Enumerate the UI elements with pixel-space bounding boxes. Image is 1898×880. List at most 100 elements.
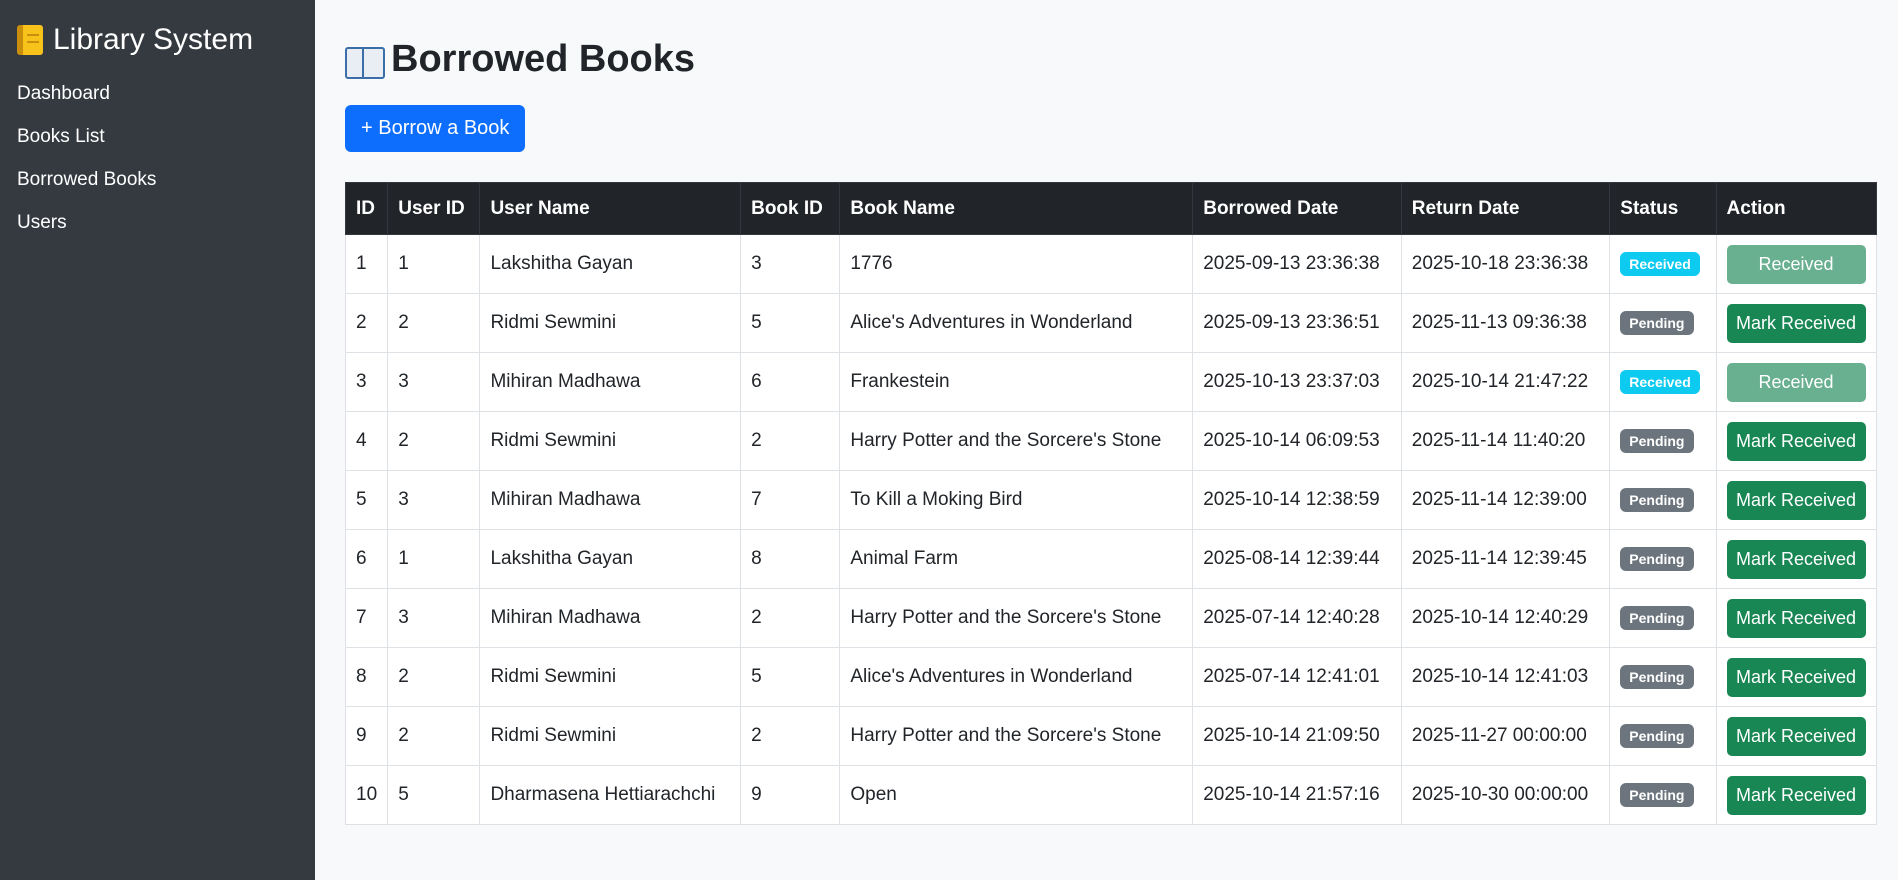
- cell-book-name: Harry Potter and the Sorcere's Stone: [839, 706, 1194, 766]
- cell-action: Mark Received: [1715, 588, 1878, 648]
- cell-user-name: Lakshitha Gayan: [479, 234, 742, 294]
- cell-id: 7: [344, 588, 389, 648]
- cell-status: Pending: [1609, 411, 1717, 471]
- cell-book-id: 8: [740, 529, 841, 589]
- table-header-row: ID User ID User Name Book ID Book Name B…: [344, 182, 1878, 235]
- cell-action: Received: [1715, 352, 1878, 412]
- status-badge: Pending: [1620, 310, 1694, 336]
- cell-user-name: Ridmi Sewmini: [479, 411, 742, 471]
- cell-user-id: 2: [387, 293, 481, 353]
- table-row: 10 5 Dharmasena Hettiarachchi 9 Open 202…: [344, 765, 1878, 825]
- table-row: 7 3 Mihiran Madhawa 2 Harry Potter and t…: [344, 588, 1878, 648]
- table-row: 9 2 Ridmi Sewmini 2 Harry Potter and the…: [344, 706, 1878, 766]
- cell-book-id: 3: [740, 234, 841, 294]
- mark-received-button[interactable]: Mark Received: [1726, 421, 1866, 461]
- sidebar: Library System Dashboard Books List Borr…: [0, 0, 315, 880]
- cell-return-date: 2025-11-14 11:40:20: [1400, 411, 1611, 471]
- notebook-icon: [17, 25, 43, 55]
- status-badge: Pending: [1620, 605, 1694, 631]
- cell-action: Mark Received: [1715, 470, 1878, 530]
- cell-id: 6: [344, 529, 389, 589]
- cell-book-id: 2: [740, 588, 841, 648]
- brand-title: Library System: [53, 23, 254, 56]
- cell-return-date: 2025-10-14 21:47:22: [1400, 352, 1611, 412]
- status-badge: Pending: [1620, 782, 1694, 808]
- cell-user-id: 1: [387, 529, 481, 589]
- sidebar-item-dashboard[interactable]: Dashboard: [17, 72, 298, 115]
- cell-borrowed-date: 2025-09-13 23:36:38: [1192, 234, 1402, 294]
- cell-user-id: 1: [387, 234, 481, 294]
- header-id: ID: [344, 182, 389, 235]
- header-status: Status: [1609, 182, 1717, 235]
- table-row: 8 2 Ridmi Sewmini 5 Alice's Adventures i…: [344, 647, 1878, 707]
- status-badge: Received: [1620, 369, 1700, 395]
- mark-received-button[interactable]: Mark Received: [1726, 657, 1866, 697]
- cell-book-name: 1776: [839, 234, 1194, 294]
- cell-status: Pending: [1609, 470, 1717, 530]
- status-badge: Pending: [1620, 546, 1694, 572]
- sidebar-item-borrowed-books[interactable]: Borrowed Books: [17, 158, 298, 201]
- cell-user-name: Mihiran Madhawa: [479, 352, 742, 412]
- table-row: 2 2 Ridmi Sewmini 5 Alice's Adventures i…: [344, 293, 1878, 353]
- cell-status: Pending: [1609, 529, 1717, 589]
- table-row: 3 3 Mihiran Madhawa 6 Frankestein 2025-1…: [344, 352, 1878, 412]
- cell-action: Mark Received: [1715, 706, 1878, 766]
- cell-user-name: Mihiran Madhawa: [479, 470, 742, 530]
- brand: Library System: [17, 18, 298, 62]
- sidebar-item-users[interactable]: Users: [17, 201, 298, 244]
- cell-id: 5: [344, 470, 389, 530]
- mark-received-button[interactable]: Mark Received: [1726, 598, 1866, 638]
- cell-user-name: Lakshitha Gayan: [479, 529, 742, 589]
- header-book-id: Book ID: [740, 182, 841, 235]
- cell-book-name: Animal Farm: [839, 529, 1194, 589]
- cell-borrowed-date: 2025-10-14 21:09:50: [1192, 706, 1402, 766]
- cell-book-id: 6: [740, 352, 841, 412]
- cell-user-id: 2: [387, 706, 481, 766]
- received-button: Received: [1726, 244, 1866, 284]
- sidebar-nav: Dashboard Books List Borrowed Books User…: [17, 72, 298, 244]
- status-badge: Pending: [1620, 723, 1694, 749]
- table-row: 4 2 Ridmi Sewmini 2 Harry Potter and the…: [344, 411, 1878, 471]
- cell-borrowed-date: 2025-10-14 12:38:59: [1192, 470, 1402, 530]
- mark-received-button[interactable]: Mark Received: [1726, 716, 1866, 756]
- status-badge: Pending: [1620, 428, 1694, 454]
- cell-user-name: Dharmasena Hettiarachchi: [479, 765, 742, 825]
- cell-id: 8: [344, 647, 389, 707]
- cell-book-id: 2: [740, 411, 841, 471]
- cell-book-id: 2: [740, 706, 841, 766]
- cell-user-id: 3: [387, 470, 481, 530]
- cell-borrowed-date: 2025-09-13 23:36:51: [1192, 293, 1402, 353]
- cell-id: 1: [344, 234, 389, 294]
- table-body: 1 1 Lakshitha Gayan 3 1776 2025-09-13 23…: [344, 234, 1878, 825]
- cell-book-id: 5: [740, 647, 841, 707]
- cell-id: 2: [344, 293, 389, 353]
- sidebar-item-books-list[interactable]: Books List: [17, 115, 298, 158]
- header-user-id: User ID: [387, 182, 481, 235]
- borrow-book-button[interactable]: + Borrow a Book: [345, 105, 526, 152]
- mark-received-button[interactable]: Mark Received: [1726, 775, 1866, 815]
- cell-book-name: Alice's Adventures in Wonderland: [839, 647, 1194, 707]
- cell-borrowed-date: 2025-10-13 23:37:03: [1192, 352, 1402, 412]
- cell-id: 10: [344, 765, 389, 825]
- cell-borrowed-date: 2025-07-14 12:40:28: [1192, 588, 1402, 648]
- cell-user-name: Ridmi Sewmini: [479, 706, 742, 766]
- cell-return-date: 2025-10-14 12:40:29: [1400, 588, 1611, 648]
- cell-return-date: 2025-10-30 00:00:00: [1400, 765, 1611, 825]
- cell-action: Mark Received: [1715, 647, 1878, 707]
- cell-book-id: 7: [740, 470, 841, 530]
- cell-user-name: Mihiran Madhawa: [479, 588, 742, 648]
- cell-book-id: 5: [740, 293, 841, 353]
- mark-received-button[interactable]: Mark Received: [1726, 303, 1866, 343]
- cell-status: Pending: [1609, 706, 1717, 766]
- header-user-name: User Name: [479, 182, 742, 235]
- cell-book-name: Open: [839, 765, 1194, 825]
- status-badge: Received: [1620, 251, 1700, 277]
- mark-received-button[interactable]: Mark Received: [1726, 480, 1866, 520]
- cell-id: 3: [344, 352, 389, 412]
- cell-user-name: Ridmi Sewmini: [479, 293, 742, 353]
- cell-id: 9: [344, 706, 389, 766]
- header-return-date: Return Date: [1400, 182, 1611, 235]
- main-content: Borrowed Books + Borrow a Book ID User I…: [315, 0, 1898, 880]
- mark-received-button[interactable]: Mark Received: [1726, 539, 1866, 579]
- header-action: Action: [1715, 182, 1878, 235]
